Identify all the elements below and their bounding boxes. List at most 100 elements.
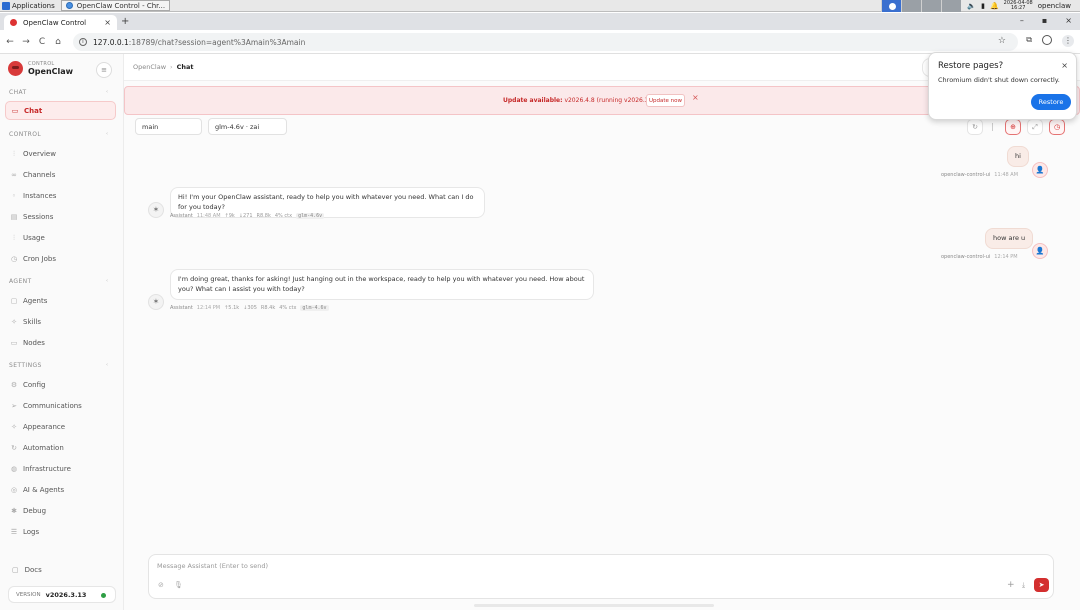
cast-icon[interactable]: ⧉ (1026, 35, 1032, 47)
send-button[interactable]: ➤ (1034, 578, 1049, 592)
microphone-icon[interactable]: 🎙 (174, 581, 183, 589)
clock-time: 16:27 (1010, 5, 1026, 11)
horizontal-scrollbar[interactable] (474, 604, 714, 607)
site-info-icon[interactable]: i (79, 38, 87, 46)
tokens-in: ↑5.1k (224, 305, 240, 311)
volume-icon[interactable]: 🔈 (967, 2, 976, 10)
browser-toolbar: ← → C ⌂ i 127.0.0.1:18789/chat?session=a… (0, 30, 1080, 54)
expand-icon[interactable]: ⤢ (1027, 119, 1043, 135)
profile-icon[interactable] (1042, 35, 1052, 45)
browser-tab[interactable]: OpenClaw Control × (4, 15, 117, 30)
user-avatar-icon: 👤 (1032, 162, 1048, 178)
chevron-icon[interactable]: ‹ (106, 131, 108, 137)
user-message-bubble: hi (1007, 146, 1029, 167)
workspace-2[interactable] (901, 0, 922, 12)
browser-menu-icon[interactable]: ⋮ (1062, 35, 1074, 47)
sidebar-item-label: Usage (23, 233, 45, 242)
docs-label: Docs (24, 566, 42, 574)
sidebar-item-sessions[interactable]: ▤ Sessions (5, 207, 116, 226)
address-bar[interactable]: i 127.0.0.1:18789/chat?session=agent%3Am… (73, 33, 1018, 51)
minimize-icon[interactable]: – (1020, 16, 1024, 25)
update-now-button[interactable]: Update now (646, 94, 685, 107)
restore-message: Chromium didn't shut down correctly. (938, 76, 1060, 84)
sidebar-item-label: Skills (23, 317, 41, 326)
section-settings[interactable]: SETTINGS (9, 362, 42, 369)
new-session-icon[interactable]: + (1007, 580, 1015, 590)
docs-link[interactable]: ▢ Docs (12, 566, 42, 574)
toolbar-divider (992, 123, 993, 131)
chevron-icon[interactable]: ‹ (106, 278, 108, 284)
attach-icon[interactable]: ⊘ (158, 581, 164, 589)
monitor-icon: ▭ (10, 338, 18, 347)
message-sender: Assistant (170, 213, 193, 219)
sidebar-item-ai-agents[interactable]: ◎ AI & Agents (5, 480, 116, 499)
session-select[interactable]: main (135, 118, 202, 135)
sidebar-item-chat[interactable]: ▭ Chat (5, 101, 116, 120)
breadcrumb-root[interactable]: OpenClaw (133, 63, 166, 71)
model-select[interactable]: glm-4.6v · zai (208, 118, 287, 135)
refresh-icon[interactable]: ↻ (967, 119, 983, 135)
maximize-icon[interactable]: ▪ (1042, 16, 1047, 25)
close-icon[interactable]: × (1061, 61, 1068, 70)
restore-title: Restore pages? (938, 61, 1004, 71)
workspace-4[interactable] (941, 0, 962, 12)
sidebar-item-config[interactable]: ⚙ Config (5, 375, 116, 394)
new-tab-icon[interactable]: + (121, 16, 129, 27)
sidebar-item-label: Chat (24, 106, 43, 115)
notification-bell-icon[interactable]: 🔔 (990, 2, 999, 10)
sidebar-item-automation[interactable]: ↻ Automation (5, 438, 116, 457)
window-controls: – ▪ × (1020, 16, 1072, 25)
focus-mode-icon[interactable]: ⊕ (1005, 119, 1021, 135)
sidebar-item-nodes[interactable]: ▭ Nodes (5, 333, 116, 352)
back-icon[interactable]: ← (4, 37, 16, 47)
section-control[interactable]: CONTROL (9, 131, 41, 138)
taskbar-window-button[interactable]: OpenClaw Control - Chr... (60, 0, 171, 11)
section-chat[interactable]: CHAT (9, 89, 27, 96)
clock[interactable]: 2026-04-08 16:27 (1004, 1, 1033, 11)
session-user[interactable]: openclaw (1038, 2, 1074, 10)
reload-icon[interactable]: C (36, 37, 48, 47)
sidebar-item-label: Agents (23, 296, 48, 305)
message-sender: Assistant (170, 305, 193, 311)
main-content: OpenClaw › Chat Update available: v2026.4.… (124, 54, 1080, 610)
sidebar-item-cron-jobs[interactable]: ◷ Cron Jobs (5, 249, 116, 268)
workspace-1[interactable] (881, 0, 902, 12)
close-icon[interactable]: × (692, 93, 699, 102)
sidebar-item-agents[interactable]: ▢ Agents (5, 291, 116, 310)
battery-icon[interactable]: ▮ (981, 2, 985, 10)
close-window-icon[interactable]: × (1065, 16, 1072, 25)
chevron-icon[interactable]: ‹ (106, 89, 108, 95)
sidebar-item-instances[interactable]: ◦ Instances (5, 186, 116, 205)
restore-button[interactable]: Restore (1031, 94, 1071, 110)
chat-bubble-icon: ▭ (11, 106, 19, 115)
sidebar-item-logs[interactable]: ☰ Logs (5, 522, 116, 541)
openclaw-logo-icon (8, 61, 23, 76)
applications-menu[interactable]: Applications (0, 0, 57, 12)
history-clock-icon[interactable]: ◷ (1049, 119, 1065, 135)
sidebar-item-infrastructure[interactable]: ◍ Infrastructure (5, 459, 116, 478)
sidebar-item-communications[interactable]: ➢ Communications (5, 396, 116, 415)
sidebar-item-overview[interactable]: ⫶ Overview (5, 144, 116, 163)
section-agent[interactable]: AGENT (9, 278, 32, 285)
bookmark-star-icon[interactable]: ☆ (998, 36, 1006, 46)
version-badge: VERSION v2026.3.13 (8, 586, 116, 603)
sidebar-item-appearance[interactable]: ✧ Appearance (5, 417, 116, 436)
forward-icon[interactable]: → (20, 37, 32, 47)
home-icon[interactable]: ⌂ (52, 37, 64, 47)
message-time: 11:48 AM (994, 172, 1019, 178)
sidebar-item-debug[interactable]: ✱ Debug (5, 501, 116, 520)
sidebar-item-label: Config (23, 380, 46, 389)
sidebar-item-label: Debug (23, 506, 47, 515)
sidebar-item-usage[interactable]: ⫶ Usage (5, 228, 116, 247)
chevron-icon[interactable]: ‹ (106, 362, 108, 368)
sidebar-item-skills[interactable]: ✧ Skills (5, 312, 116, 331)
workspace-3[interactable] (921, 0, 942, 12)
tab-close-icon[interactable]: × (104, 18, 111, 27)
context-usage: 4% ctx (279, 305, 297, 311)
sidebar-item-channels[interactable]: ∞ Channels (5, 165, 116, 184)
download-icon[interactable]: ⤓ (1022, 581, 1025, 590)
message-composer[interactable]: Message Assistant (Enter to send) ⊘ 🎙 + … (148, 554, 1054, 599)
sidebar-item-label: Logs (23, 527, 40, 536)
robot-icon: ◎ (10, 485, 18, 494)
sidebar-collapse-button[interactable]: ≡ (96, 62, 112, 78)
